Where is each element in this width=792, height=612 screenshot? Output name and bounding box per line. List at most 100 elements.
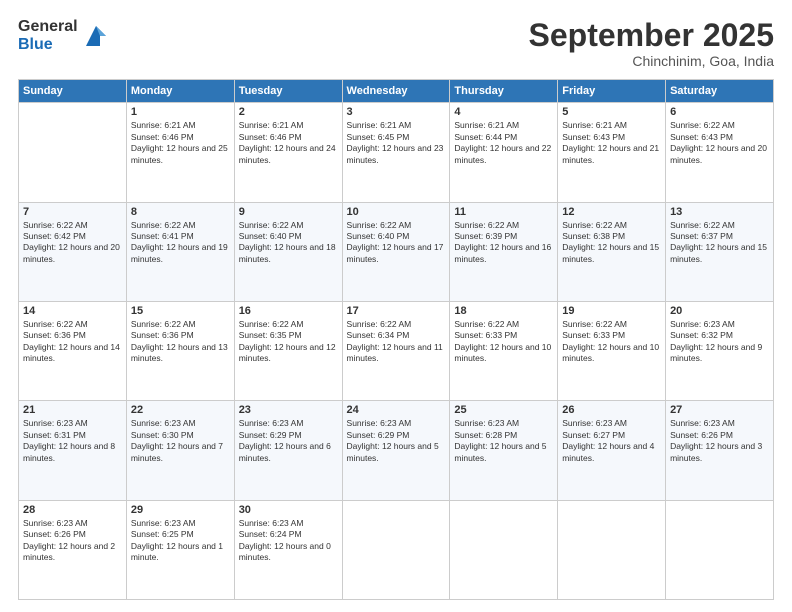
table-cell: 24 Sunrise: 6:23 AMSunset: 6:29 PMDayligh… — [342, 401, 450, 500]
header-friday: Friday — [558, 80, 666, 103]
table-cell: 27 Sunrise: 6:23 AMSunset: 6:26 PMDayligh… — [666, 401, 774, 500]
day-number: 17 — [347, 305, 446, 317]
day-info: Sunrise: 6:22 AMSunset: 6:43 PMDaylight:… — [670, 120, 769, 166]
day-number: 23 — [239, 404, 338, 416]
day-number: 26 — [562, 404, 661, 416]
day-number: 14 — [23, 305, 122, 317]
day-info: Sunrise: 6:23 AMSunset: 6:26 PMDaylight:… — [670, 418, 769, 464]
day-number: 28 — [23, 504, 122, 516]
day-info: Sunrise: 6:22 AMSunset: 6:33 PMDaylight:… — [562, 319, 661, 365]
table-cell: 11 Sunrise: 6:22 AMSunset: 6:39 PMDayligh… — [450, 202, 558, 301]
table-cell: 16Sunrise: 6:22 AMSunset: 6:35 PMDayligh… — [234, 301, 342, 400]
day-number: 11 — [454, 206, 553, 218]
day-number: 30 — [239, 504, 338, 516]
header-tuesday: Tuesday — [234, 80, 342, 103]
day-info: Sunrise: 6:23 AMSunset: 6:25 PMDaylight:… — [131, 518, 230, 564]
day-number: 29 — [131, 504, 230, 516]
week-row-3: 14 Sunrise: 6:22 AMSunset: 6:36 PMDayligh… — [19, 301, 774, 400]
day-info: Sunrise: 6:22 AMSunset: 6:38 PMDaylight:… — [562, 220, 661, 266]
day-info: Sunrise: 6:23 AMSunset: 6:24 PMDaylight:… — [239, 518, 338, 564]
header-thursday: Thursday — [450, 80, 558, 103]
table-cell: 20 Sunrise: 6:23 AMSunset: 6:32 PMDayligh… — [666, 301, 774, 400]
day-info: Sunrise: 6:22 AMSunset: 6:40 PMDaylight:… — [347, 220, 446, 266]
table-cell — [342, 500, 450, 599]
logo-text: General Blue — [18, 18, 78, 53]
header: General Blue September 2025 Chinchinim, … — [18, 18, 774, 69]
day-number: 2 — [239, 106, 338, 118]
table-cell: 14 Sunrise: 6:22 AMSunset: 6:36 PMDayligh… — [19, 301, 127, 400]
table-cell: 15 Sunrise: 6:22 AMSunset: 6:36 PMDayligh… — [126, 301, 234, 400]
table-cell: 25 Sunrise: 6:23 AMSunset: 6:28 PMDayligh… — [450, 401, 558, 500]
table-cell: 28 Sunrise: 6:23 AMSunset: 6:26 PMDayligh… — [19, 500, 127, 599]
day-number: 19 — [562, 305, 661, 317]
day-info: Sunrise: 6:22 AMSunset: 6:36 PMDaylight:… — [23, 319, 122, 365]
day-number: 15 — [131, 305, 230, 317]
day-number: 21 — [23, 404, 122, 416]
day-number: 8 — [131, 206, 230, 218]
day-info: Sunrise: 6:23 AMSunset: 6:29 PMDaylight:… — [347, 418, 446, 464]
day-info: Sunrise: 6:21 AMSunset: 6:43 PMDaylight:… — [562, 120, 661, 166]
day-info: Sunrise: 6:22 AMSunset: 6:37 PMDaylight:… — [670, 220, 769, 266]
week-row-1: 1 Sunrise: 6:21 AMSunset: 6:46 PMDaylight… — [19, 103, 774, 202]
day-number: 6 — [670, 106, 769, 118]
day-info: Sunrise: 6:22 AMSunset: 6:39 PMDaylight:… — [454, 220, 553, 266]
day-info: Sunrise: 6:23 AMSunset: 6:30 PMDaylight:… — [131, 418, 230, 464]
page: General Blue September 2025 Chinchinim, … — [0, 0, 792, 612]
logo-blue: Blue — [18, 36, 78, 54]
day-info: Sunrise: 6:22 AMSunset: 6:40 PMDaylight:… — [239, 220, 338, 266]
table-cell — [666, 500, 774, 599]
table-cell: 10Sunrise: 6:22 AMSunset: 6:40 PMDayligh… — [342, 202, 450, 301]
table-cell: 23Sunrise: 6:23 AMSunset: 6:29 PMDayligh… — [234, 401, 342, 500]
week-row-4: 21 Sunrise: 6:23 AMSunset: 6:31 PMDayligh… — [19, 401, 774, 500]
table-cell: 21 Sunrise: 6:23 AMSunset: 6:31 PMDayligh… — [19, 401, 127, 500]
table-cell: 6 Sunrise: 6:22 AMSunset: 6:43 PMDaylight… — [666, 103, 774, 202]
day-info: Sunrise: 6:23 AMSunset: 6:28 PMDaylight:… — [454, 418, 553, 464]
table-cell: 8Sunrise: 6:22 AMSunset: 6:41 PMDaylight… — [126, 202, 234, 301]
header-wednesday: Wednesday — [342, 80, 450, 103]
day-number: 4 — [454, 106, 553, 118]
day-info: Sunrise: 6:21 AMSunset: 6:46 PMDaylight:… — [239, 120, 338, 166]
day-number: 1 — [131, 106, 230, 118]
day-number: 27 — [670, 404, 769, 416]
day-info: Sunrise: 6:23 AMSunset: 6:27 PMDaylight:… — [562, 418, 661, 464]
table-cell: 18Sunrise: 6:22 AMSunset: 6:33 PMDayligh… — [450, 301, 558, 400]
day-number: 16 — [239, 305, 338, 317]
day-info: Sunrise: 6:22 AMSunset: 6:36 PMDaylight:… — [131, 319, 230, 365]
logo: General Blue — [18, 18, 110, 53]
day-info: Sunrise: 6:23 AMSunset: 6:31 PMDaylight:… — [23, 418, 122, 464]
table-cell — [450, 500, 558, 599]
day-info: Sunrise: 6:21 AMSunset: 6:45 PMDaylight:… — [347, 120, 446, 166]
logo-general: General — [18, 18, 78, 36]
month-title: September 2025 — [529, 18, 774, 53]
day-info: Sunrise: 6:22 AMSunset: 6:34 PMDaylight:… — [347, 319, 446, 365]
day-number: 5 — [562, 106, 661, 118]
day-info: Sunrise: 6:23 AMSunset: 6:32 PMDaylight:… — [670, 319, 769, 365]
table-cell: 4Sunrise: 6:21 AMSunset: 6:44 PMDaylight… — [450, 103, 558, 202]
day-number: 22 — [131, 404, 230, 416]
table-cell: 26 Sunrise: 6:23 AMSunset: 6:27 PMDayligh… — [558, 401, 666, 500]
calendar: Sunday Monday Tuesday Wednesday Thursday… — [18, 79, 774, 600]
week-row-2: 7Sunrise: 6:22 AMSunset: 6:42 PMDaylight… — [19, 202, 774, 301]
day-number: 25 — [454, 404, 553, 416]
day-number: 20 — [670, 305, 769, 317]
title-section: September 2025 Chinchinim, Goa, India — [529, 18, 774, 69]
table-cell: 29 Sunrise: 6:23 AMSunset: 6:25 PMDayligh… — [126, 500, 234, 599]
day-info: Sunrise: 6:23 AMSunset: 6:26 PMDaylight:… — [23, 518, 122, 564]
table-cell: 2 Sunrise: 6:21 AMSunset: 6:46 PMDaylight… — [234, 103, 342, 202]
table-cell: 9 Sunrise: 6:22 AMSunset: 6:40 PMDaylight… — [234, 202, 342, 301]
day-number: 24 — [347, 404, 446, 416]
logo-icon — [82, 22, 110, 50]
table-cell: 12Sunrise: 6:22 AMSunset: 6:38 PMDayligh… — [558, 202, 666, 301]
day-info: Sunrise: 6:22 AMSunset: 6:42 PMDaylight:… — [23, 220, 122, 266]
table-cell: 5 Sunrise: 6:21 AMSunset: 6:43 PMDaylight… — [558, 103, 666, 202]
header-monday: Monday — [126, 80, 234, 103]
day-info: Sunrise: 6:21 AMSunset: 6:46 PMDaylight:… — [131, 120, 230, 166]
table-cell: 19 Sunrise: 6:22 AMSunset: 6:33 PMDayligh… — [558, 301, 666, 400]
table-cell — [19, 103, 127, 202]
week-row-5: 28 Sunrise: 6:23 AMSunset: 6:26 PMDayligh… — [19, 500, 774, 599]
table-cell: 30 Sunrise: 6:23 AMSunset: 6:24 PMDayligh… — [234, 500, 342, 599]
day-number: 9 — [239, 206, 338, 218]
day-number: 3 — [347, 106, 446, 118]
table-cell: 1 Sunrise: 6:21 AMSunset: 6:46 PMDaylight… — [126, 103, 234, 202]
table-cell: 22 Sunrise: 6:23 AMSunset: 6:30 PMDayligh… — [126, 401, 234, 500]
